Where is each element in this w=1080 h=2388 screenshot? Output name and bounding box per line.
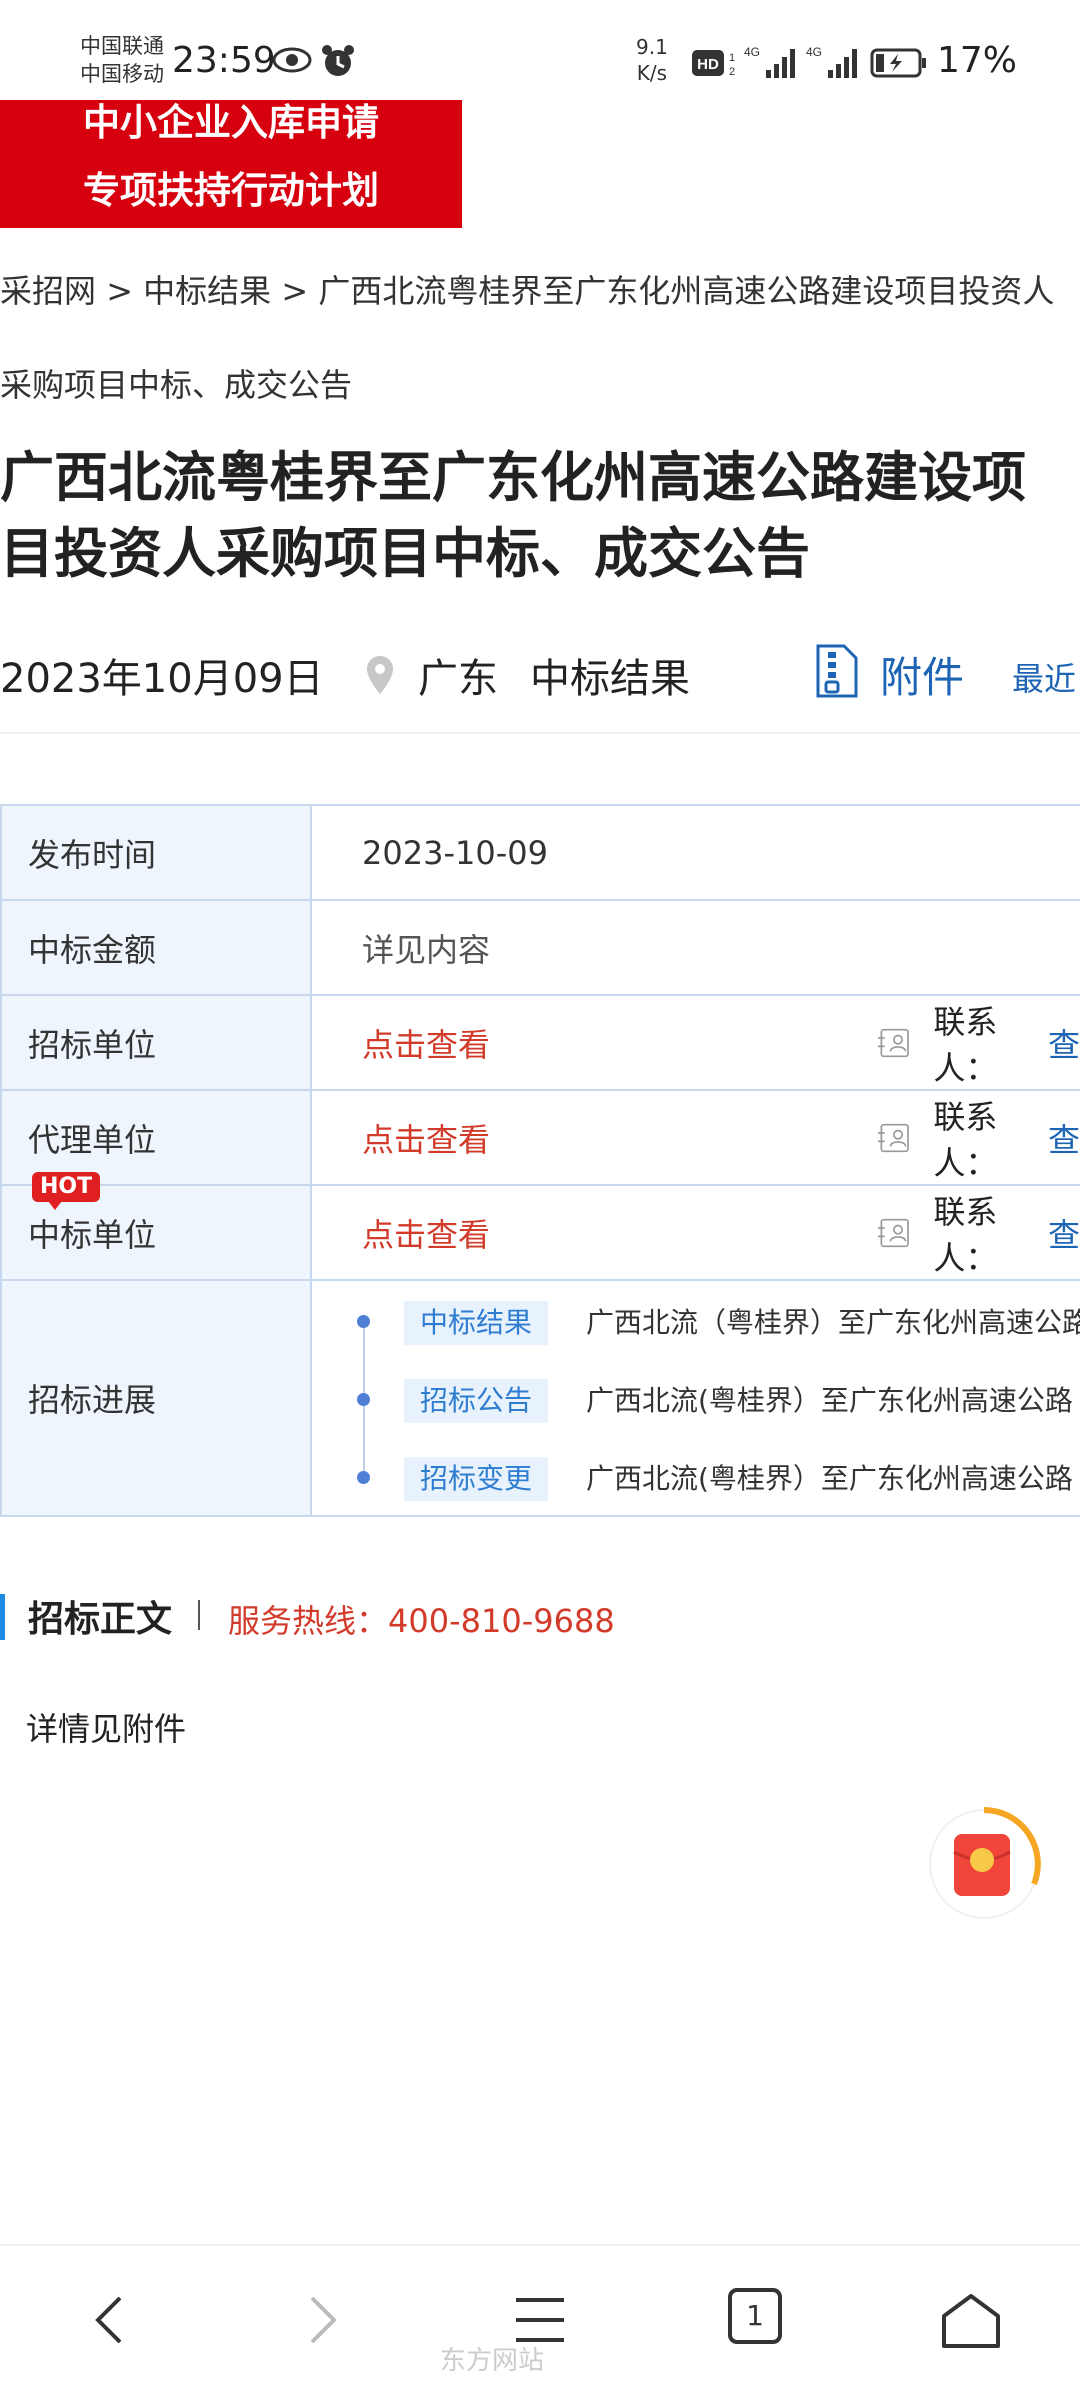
status-bar: 中国联通 中国移动 23:59 9.1 K/s HD 1 2 4G 4G 17% [0, 0, 1080, 100]
timeline-dot [357, 1315, 370, 1328]
contact-card-icon [878, 1123, 909, 1152]
breadcrumb-separator: > [271, 272, 319, 310]
contact-view-link[interactable]: 查 [1048, 1115, 1080, 1161]
contact-label: 联系人： [933, 1097, 998, 1182]
divider [0, 732, 1080, 734]
progress-timeline: 中标结果 广西北流（粤桂界）至广东化州高速公路 招标公告 广西北流(粤桂界）至广… [356, 1281, 1080, 1515]
timeline-tag: 中标结果 [404, 1301, 549, 1345]
contact-view-link[interactable]: 查 [1048, 1020, 1080, 1066]
publish-time-value: 2023-10-09 [362, 833, 548, 872]
svg-text:1: 1 [729, 52, 735, 64]
svg-text:HD: HD [697, 56, 719, 73]
watermark: 东方网站 [440, 2346, 545, 2376]
table-row-publish-time: 发布时间 2023-10-09 [2, 806, 1080, 901]
row-label: 中标金额 [2, 901, 312, 994]
contact-card-icon [878, 1218, 909, 1247]
clock: 23:59 [172, 40, 276, 81]
location-pin-icon [367, 656, 393, 694]
table-row-amount: 中标金额 详见内容 [2, 901, 1080, 996]
table-row-progress: 招标进展 中标结果 广西北流（粤桂界）至广东化州高速公路 招标公告 广西北流(粤… [2, 1281, 1080, 1517]
row-label: 招标进展 [2, 1281, 312, 1515]
contact-label: 联系人： [933, 1002, 998, 1087]
timeline-item[interactable]: 招标变更 广西北流(粤桂界）至广东化州高速公路 [356, 1453, 1080, 1503]
carrier-2: 中国移动 [80, 62, 164, 86]
alarm-icon [322, 45, 354, 76]
contact-card-icon [878, 1028, 909, 1057]
tabs-count: 1 [746, 2299, 764, 2332]
promo-line-1: 中小企业入库申请 [83, 101, 379, 144]
contact[interactable]: 联系人： 查 [878, 1186, 1080, 1279]
body-content: 详情见附件 [26, 1710, 187, 1748]
contact[interactable]: 联系人： 查 [878, 996, 1080, 1089]
tabs-button[interactable]: 1 [728, 2288, 782, 2344]
svg-text:4G: 4G [806, 45, 822, 59]
signal-icon-2: 4G [806, 45, 857, 78]
battery-percent: 17% [937, 40, 1018, 81]
section-separator [198, 1600, 200, 1630]
row-label: 代理单位 [2, 1091, 312, 1184]
winner-view-link[interactable]: 点击查看 [362, 1186, 490, 1279]
category: 中标结果 [530, 656, 690, 702]
section-header: 招标正文 服务热线：400-810-9688 [0, 1590, 1080, 1646]
forward-icon[interactable] [304, 2292, 342, 2348]
timeline-tag: 招标变更 [404, 1457, 549, 1501]
breadcrumb-site[interactable]: 采招网 [0, 272, 96, 310]
section-accent-bar [0, 1594, 5, 1640]
svg-text:4G: 4G [744, 45, 760, 59]
home-icon[interactable] [940, 2292, 1002, 2350]
attachment-link[interactable]: 附件 [880, 644, 964, 705]
hd-icon: HD 1 2 [692, 50, 735, 78]
timeline-item[interactable]: 中标结果 广西北流（粤桂界）至广东化州高速公路 [356, 1297, 1080, 1347]
timeline-dot [357, 1471, 370, 1484]
back-icon[interactable] [90, 2292, 128, 2348]
page-title: 广西北流粤桂界至广东化州高速公路建设项目投资人采购项目中标、成交公告 [0, 446, 1026, 585]
table-row-agent: 代理单位 点击查看 联系人： 查 [2, 1091, 1080, 1186]
promo-line-2: 专项扶持行动计划 [83, 169, 379, 212]
table-row-winner: 中标单位 HOT 点击查看 联系人：查 [2, 1172, 1080, 1281]
contact[interactable]: 联系人： 查 [878, 1091, 1080, 1184]
contact-label: 联系人： [933, 1192, 998, 1277]
network-speed: 9.1 K/s [636, 35, 668, 85]
info-table: 发布时间 2023-10-09 中标金额 详见内容 招标单位 点击查看 联系人：… [0, 804, 1080, 1517]
timeline-text: 广西北流（粤桂界）至广东化州高速公路 [586, 1306, 1080, 1339]
carrier-info: 中国联通 中国移动 [80, 32, 164, 88]
timeline-text: 广西北流(粤桂界）至广东化州高速公路 [586, 1384, 1073, 1417]
section-title: 招标正文 [28, 1599, 173, 1640]
hot-badge: HOT [32, 1172, 101, 1210]
row-label: 发布时间 [2, 806, 312, 899]
timeline-item[interactable]: 招标公告 广西北流(粤桂界）至广东化州高速公路 [356, 1375, 1080, 1425]
promo-banner[interactable]: 中小企业入库申请 专项扶持行动计划 [0, 100, 462, 228]
contact-view-link[interactable]: 查 [1048, 1210, 1080, 1256]
table-row-tenderer: 招标单位 点击查看 联系人： 查 [2, 996, 1080, 1091]
svg-text:2: 2 [729, 66, 735, 78]
carrier-1: 中国联通 [80, 34, 164, 58]
timeline-text: 广西北流(粤桂界）至广东化州高速公路 [586, 1462, 1073, 1495]
recent-link[interactable]: 最近 [1012, 654, 1076, 700]
battery-icon [870, 48, 926, 78]
row-label: 招标单位 [2, 996, 312, 1089]
agent-view-link[interactable]: 点击查看 [362, 1091, 490, 1184]
meta-row: 2023年10月09日 广东 中标结果 附件 最近 [0, 640, 1080, 710]
eye-icon [272, 47, 312, 73]
service-hotline[interactable]: 服务热线：400-810-9688 [228, 1596, 615, 1642]
breadcrumb: 采招网 > 中标结果 > 广西北流粤桂界至广东化州高速公路建设项目投资人采购项目… [0, 244, 1080, 432]
signal-icon: 4G [744, 45, 795, 78]
breadcrumb-section[interactable]: 中标结果 [143, 272, 271, 310]
tenderer-view-link[interactable]: 点击查看 [362, 996, 490, 1089]
breadcrumb-separator: > [96, 272, 144, 310]
red-packet-icon[interactable] [926, 1806, 1042, 1922]
timeline-tag: 招标公告 [404, 1379, 549, 1423]
attachment-icon[interactable] [814, 642, 860, 700]
region: 广东 [418, 656, 498, 702]
amount-value: 详见内容 [362, 930, 491, 969]
timeline-dot [357, 1393, 370, 1406]
publish-date: 2023年10月09日 [0, 656, 324, 702]
